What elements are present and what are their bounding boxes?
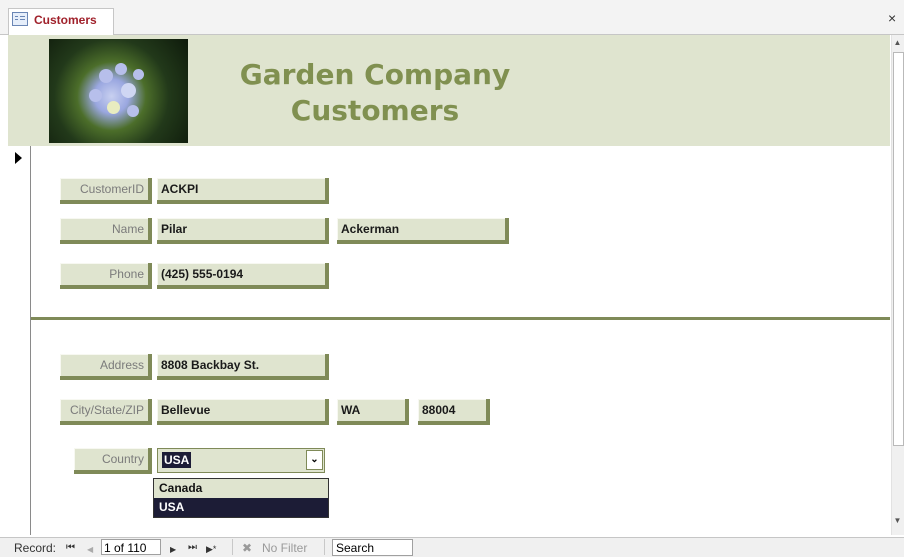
scrollbar-thumb[interactable] [893, 52, 904, 446]
close-icon[interactable]: × [888, 11, 896, 25]
section-divider [31, 317, 890, 320]
country-dropdown-list: Canada USA [153, 478, 329, 518]
search-input[interactable]: Search [332, 539, 413, 556]
photo-petal [115, 63, 127, 75]
new-record-icon[interactable]: ▶* [206, 541, 216, 557]
record-label: Record: [14, 541, 57, 555]
photo-petal [127, 105, 139, 117]
photo-petal [107, 101, 120, 114]
last-name-field[interactable]: Ackerman [337, 218, 509, 244]
dropdown-option-selected[interactable]: USA [154, 498, 328, 517]
name-label: Name [60, 218, 152, 244]
no-filter-button[interactable]: No Filter [262, 540, 307, 556]
address-label: Address [60, 354, 152, 380]
scroll-up-icon[interactable]: ▲ [892, 38, 903, 48]
filter-icon[interactable]: ✖ [242, 540, 252, 556]
tab-label: Customers [34, 13, 97, 27]
form-icon [12, 12, 28, 26]
phone-label: Phone [60, 263, 152, 289]
form-title: Garden Company [239, 58, 511, 91]
photo-petal [133, 69, 144, 80]
country-label: Country [74, 448, 152, 474]
photo-petal [89, 89, 102, 102]
chevron-down-icon[interactable]: ⌄ [306, 450, 323, 470]
record-position-input[interactable]: 1 of 110 [101, 539, 161, 555]
customerid-field[interactable]: ACKPI [157, 178, 329, 204]
first-name-field[interactable]: Pilar [157, 218, 329, 244]
tab-customers[interactable]: Customers [8, 8, 114, 35]
customerid-label: CustomerID [60, 178, 152, 204]
zip-field[interactable]: 88004 [418, 399, 490, 425]
photo-petal [121, 83, 136, 98]
address-field[interactable]: 8808 Backbay St. [157, 354, 329, 380]
hydrangea-photo [49, 39, 188, 143]
form-subtitle: Customers [290, 94, 460, 127]
record-navigation-bar: Record: ⏮ ◀ 1 of 110 ▶ ⏭ ▶* ✖ No Filter … [0, 537, 904, 557]
country-selected-value[interactable]: USA [162, 452, 192, 468]
city-state-zip-label: City/State/ZIP [60, 399, 152, 425]
phone-field[interactable]: (425) 555-0194 [157, 263, 329, 289]
record-selector[interactable] [8, 146, 31, 535]
photo-petal [99, 69, 113, 83]
document-tab-bar [0, 0, 904, 35]
current-record-arrow-icon [15, 152, 22, 164]
dropdown-option[interactable]: Canada [154, 479, 328, 498]
scroll-down-icon[interactable]: ▼ [892, 516, 903, 526]
nav-separator [324, 539, 325, 555]
city-field[interactable]: Bellevue [157, 399, 329, 425]
first-record-icon[interactable]: ⏮ [66, 540, 75, 556]
last-record-icon[interactable]: ⏭ [188, 540, 197, 556]
state-field[interactable]: WA [337, 399, 409, 425]
nav-separator [232, 539, 233, 555]
